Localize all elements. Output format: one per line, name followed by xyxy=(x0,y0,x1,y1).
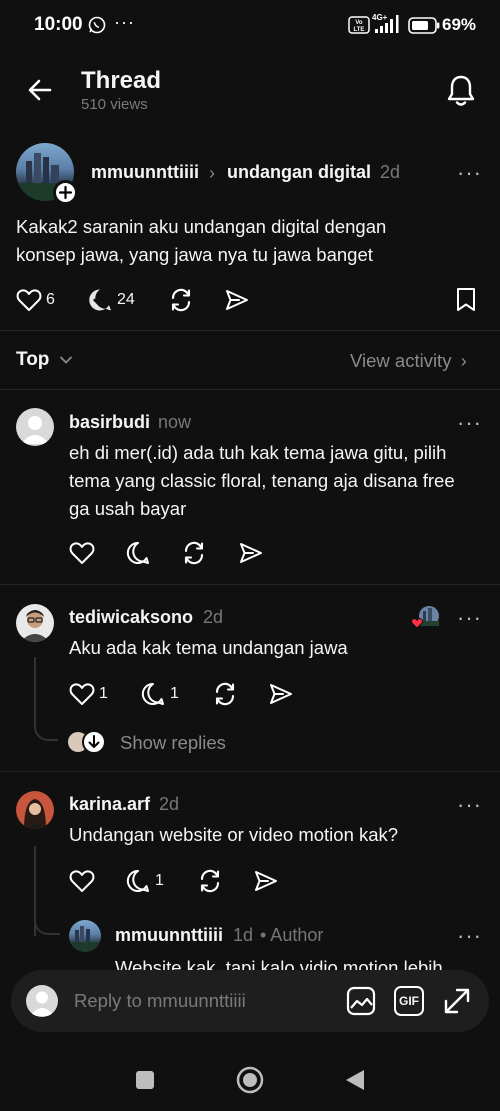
page-title: Thread xyxy=(81,67,162,94)
author-badge: • Author xyxy=(260,925,324,945)
share-icon[interactable] xyxy=(238,541,264,565)
comment-username[interactable]: basirbudi xyxy=(69,412,150,433)
comment: basirbudi now ··· eh di mer(.id) ada tuh… xyxy=(0,390,500,584)
likes-count: 6 xyxy=(46,291,55,308)
show-replies-row[interactable]: Show replies xyxy=(68,729,268,757)
thread-hook xyxy=(34,711,58,741)
comment-icon[interactable] xyxy=(141,682,165,706)
replies-count: 1 xyxy=(170,685,179,702)
share-icon[interactable] xyxy=(268,682,294,706)
bell-icon[interactable] xyxy=(445,74,477,108)
comment-time: now xyxy=(158,412,192,432)
like-icon[interactable] xyxy=(16,288,42,312)
avatar[interactable] xyxy=(16,408,54,446)
view-activity-link[interactable]: View activity › xyxy=(350,350,467,372)
bookmark-icon[interactable] xyxy=(456,287,476,313)
svg-text:LTE: LTE xyxy=(354,27,365,33)
avatar[interactable] xyxy=(16,604,54,642)
post-text-line2: konsep jawa, yang jawa nya tu jawa bange… xyxy=(16,244,373,265)
more-options-icon[interactable]: ··· xyxy=(457,605,482,631)
follow-plus-icon[interactable] xyxy=(53,180,78,205)
likes-count: 1 xyxy=(99,685,108,702)
post-username[interactable]: mmuunnttiiii xyxy=(91,162,199,183)
volte-icon: Vo LTE xyxy=(348,16,370,34)
comment-username[interactable]: karina.arf xyxy=(69,794,150,815)
repost-icon[interactable] xyxy=(168,287,194,313)
more-options-icon[interactable]: ··· xyxy=(457,792,482,818)
sort-label: Top xyxy=(16,349,50,370)
comment-username[interactable]: tediwicaksono xyxy=(69,607,193,628)
comment-username[interactable]: mmuunnttiiii xyxy=(115,925,223,946)
comment-icon[interactable] xyxy=(126,869,150,893)
share-icon[interactable] xyxy=(224,288,250,312)
svg-text:4G+: 4G+ xyxy=(372,13,388,22)
liked-by-author-badge xyxy=(411,605,441,631)
signal-icon: 4G+ xyxy=(372,12,402,36)
divider xyxy=(0,330,500,331)
more-options-icon[interactable]: ··· xyxy=(457,923,482,949)
replies-check-icon[interactable] xyxy=(88,288,112,312)
comment-text-line1: Aku ada kak tema undangan jawa xyxy=(69,637,348,658)
battery-icon xyxy=(408,17,440,34)
reply-arrow-icon xyxy=(82,730,106,754)
image-icon[interactable] xyxy=(346,986,376,1016)
comment-text-line1: Undangan website or video motion kak? xyxy=(69,824,399,845)
avatar[interactable] xyxy=(16,791,54,829)
svg-text:Vo: Vo xyxy=(355,20,363,26)
like-icon[interactable] xyxy=(69,541,95,565)
post-text-line1: Kakak2 saranin aku undangan digital deng… xyxy=(16,216,387,237)
status-time: 10:00 xyxy=(34,14,83,35)
more-options-icon[interactable]: ··· xyxy=(457,160,482,186)
comment-time: 1d xyxy=(233,925,254,945)
share-icon[interactable] xyxy=(253,869,279,893)
sort-dropdown[interactable]: Top xyxy=(16,349,73,371)
community-name[interactable]: undangan digital xyxy=(227,162,371,183)
comment: tediwicaksono 2d ··· Aku ada kak tema un… xyxy=(0,585,500,771)
comment-text-line2: tema yang classic floral, tenang aja dis… xyxy=(69,470,455,491)
post: mmuunnttiiii › undangan digital 2d ··· K… xyxy=(0,140,500,330)
repost-icon[interactable] xyxy=(181,540,207,566)
comment: karina.arf 2d ··· Undangan website or vi… xyxy=(0,772,500,936)
avatar xyxy=(26,985,58,1017)
more-options-icon[interactable]: ··· xyxy=(457,410,482,436)
views-count: 510 views xyxy=(81,96,148,113)
replies-count: 24 xyxy=(117,291,135,308)
gif-icon[interactable]: GIF xyxy=(394,986,424,1016)
like-icon[interactable] xyxy=(69,869,95,893)
comment-text-line1: Website kak, tapi kalo vidio motion lebi… xyxy=(115,957,443,970)
comment-text-line3: ga usah bayar xyxy=(69,498,187,519)
comment-time: 2d xyxy=(203,607,224,627)
notification-dots: ··· xyxy=(114,12,135,32)
reply-input[interactable]: Reply to mmuunnttiiii xyxy=(74,990,246,1012)
comment-time: 2d xyxy=(159,794,180,814)
home-button[interactable] xyxy=(236,1066,264,1094)
repost-icon[interactable] xyxy=(212,681,238,707)
back-arrow-icon[interactable] xyxy=(26,76,54,104)
post-time: 2d xyxy=(380,162,401,182)
replies-count: 1 xyxy=(155,872,164,889)
view-activity-label: View activity xyxy=(350,350,452,371)
comment-text-line1: eh di mer(.id) ada tuh kak tema jawa git… xyxy=(69,442,447,463)
comment-icon[interactable] xyxy=(126,541,150,565)
show-replies-label: Show replies xyxy=(120,732,226,753)
avatar[interactable] xyxy=(69,920,101,952)
thread-line xyxy=(34,657,36,717)
expand-icon[interactable] xyxy=(442,986,472,1016)
back-nav-button[interactable] xyxy=(344,1068,366,1092)
repost-icon[interactable] xyxy=(197,868,223,894)
chevron-right-icon: › xyxy=(460,350,467,371)
recents-button[interactable] xyxy=(135,1070,155,1090)
chevron-down-icon xyxy=(59,355,73,365)
like-icon[interactable] xyxy=(69,682,95,706)
chevron-right-icon: › xyxy=(209,163,215,183)
whatsapp-icon xyxy=(88,16,106,34)
status-bar: 10:00 ··· Vo LTE 4G+ 69% xyxy=(0,0,500,52)
battery-percent: 69% xyxy=(442,15,477,34)
comment: mmuunnttiiii 1d • Author ··· Website kak… xyxy=(0,918,500,970)
